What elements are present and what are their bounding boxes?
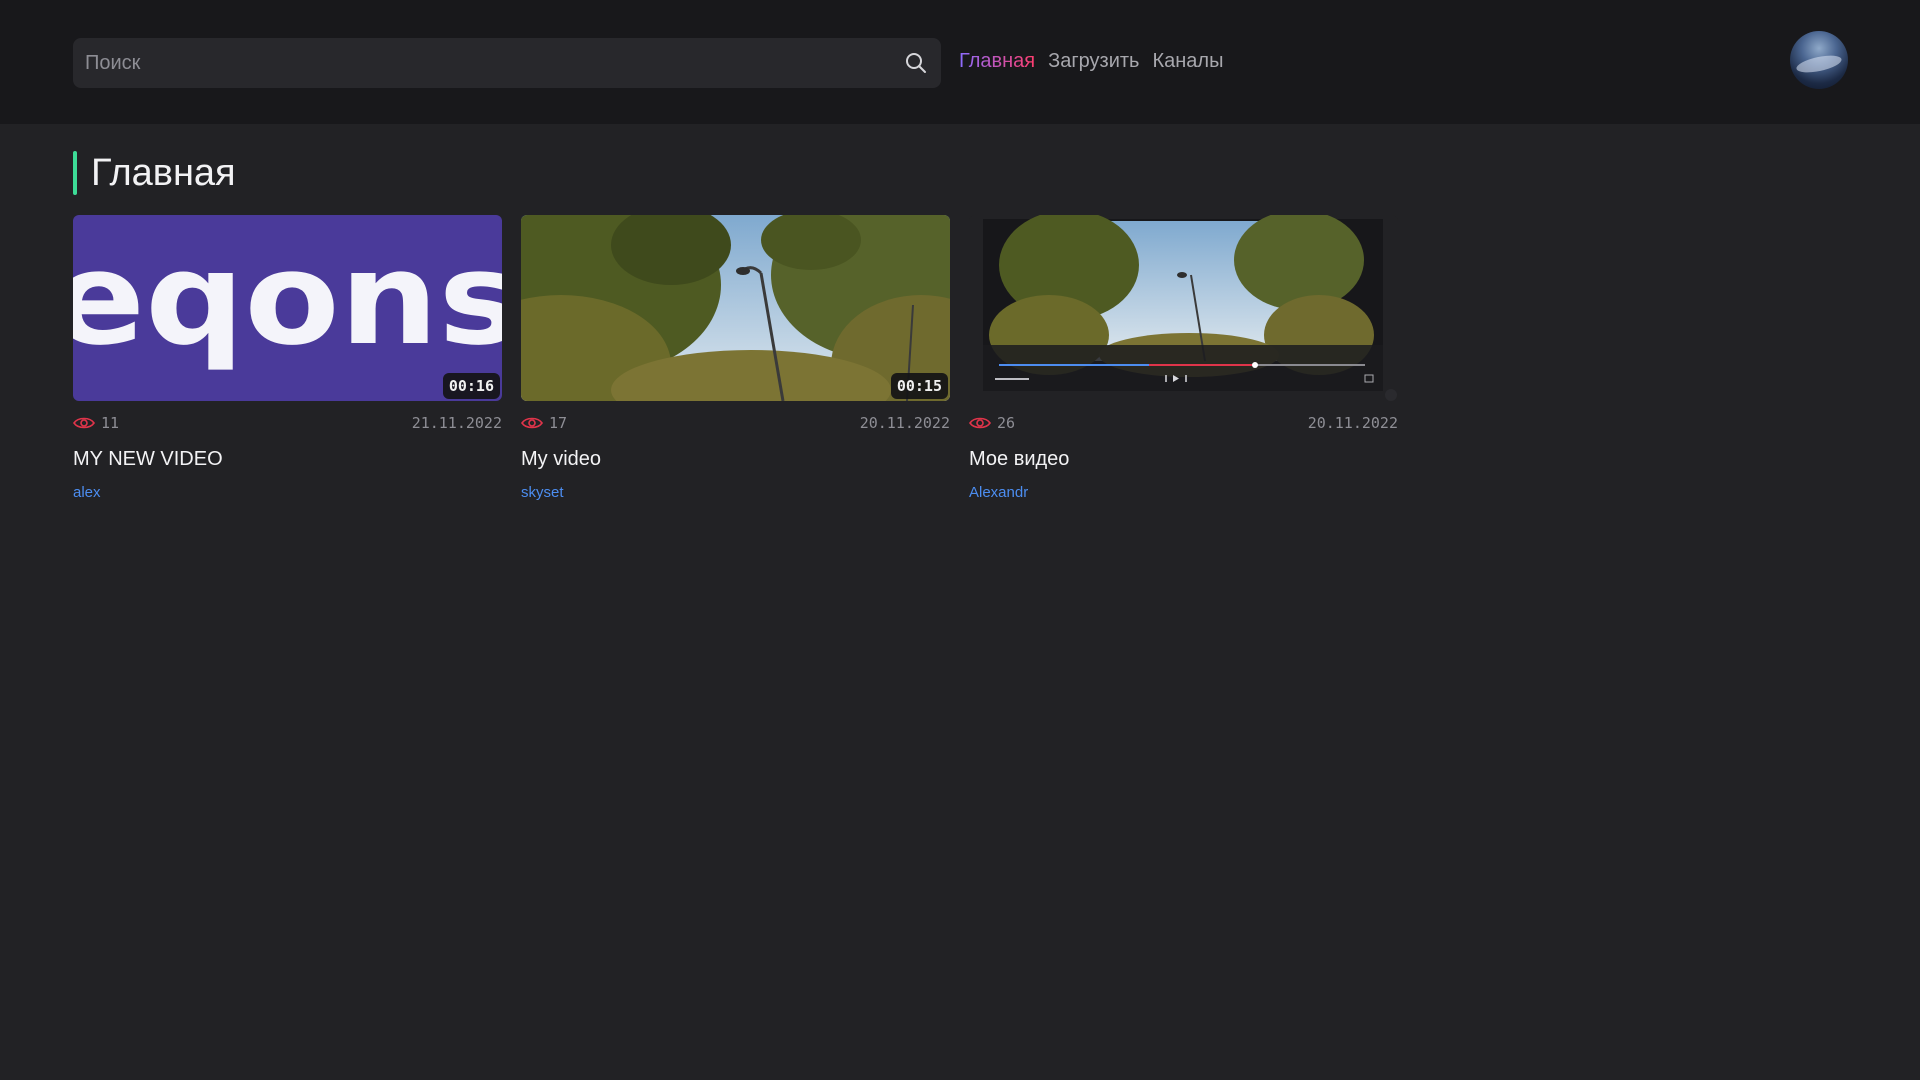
page-heading: Главная — [73, 151, 236, 195]
view-count: 26 — [969, 414, 1015, 432]
search-icon[interactable] — [903, 50, 929, 76]
video-title[interactable]: Мое видео — [969, 448, 1398, 471]
main-nav: Главная Загрузить Каналы — [959, 50, 1223, 73]
view-count-value: 17 — [549, 414, 568, 432]
player-screenshot-thumbnail-image — [969, 215, 1398, 401]
channel-link[interactable]: alex — [73, 484, 101, 501]
nav-upload-link[interactable]: Загрузить — [1048, 50, 1139, 73]
page-title: Главная — [91, 151, 236, 194]
upload-date: 21.11.2022 — [411, 414, 502, 432]
video-title[interactable]: MY NEW VIDEO — [73, 448, 502, 471]
trees-sky-thumbnail-image — [521, 215, 950, 401]
heading-accent-bar — [73, 151, 77, 195]
nav-channels-link[interactable]: Каналы — [1152, 50, 1223, 73]
view-count: 11 — [73, 414, 119, 432]
search-input[interactable] — [73, 38, 893, 88]
video-title[interactable]: My video — [521, 448, 950, 471]
video-card[interactable]: 00:15 17 20.11.2022 My video skyset — [521, 215, 950, 502]
view-count-value: 26 — [997, 414, 1016, 432]
purple-logo-thumbnail-image: eqons — [73, 215, 502, 401]
video-meta: 17 20.11.2022 — [521, 413, 950, 433]
upload-date: 20.11.2022 — [1307, 414, 1398, 432]
video-thumbnail[interactable]: 00:15 — [521, 215, 950, 401]
view-count-value: 11 — [101, 414, 120, 432]
thumbnail-logo-text: eqons — [73, 225, 502, 374]
channel-link[interactable]: Alexandr — [969, 484, 1028, 501]
video-card[interactable]: 26 20.11.2022 Мое видео Alexandr — [969, 215, 1398, 502]
view-count: 17 — [521, 414, 567, 432]
eye-icon — [521, 417, 543, 429]
video-thumbnail[interactable]: eqons 00:16 — [73, 215, 502, 401]
video-duration: 00:15 — [890, 373, 948, 399]
video-card[interactable]: eqons 00:16 11 21.11.2022 MY NEW VIDEO a… — [73, 215, 502, 502]
video-meta: 26 20.11.2022 — [969, 413, 1398, 433]
channel-link[interactable]: skyset — [521, 484, 564, 501]
video-meta: 11 21.11.2022 — [73, 413, 502, 433]
video-grid: eqons 00:16 11 21.11.2022 MY NEW VIDEO a… — [73, 215, 1398, 502]
nav-home-link[interactable]: Главная — [959, 50, 1035, 73]
user-avatar[interactable] — [1790, 31, 1848, 89]
eye-icon — [73, 417, 95, 429]
upload-date: 20.11.2022 — [859, 414, 950, 432]
top-bar: Главная Загрузить Каналы — [0, 0, 1920, 124]
eye-icon — [969, 417, 991, 429]
search-box — [73, 38, 941, 88]
video-duration: 00:16 — [442, 373, 500, 399]
video-thumbnail[interactable] — [969, 215, 1398, 401]
